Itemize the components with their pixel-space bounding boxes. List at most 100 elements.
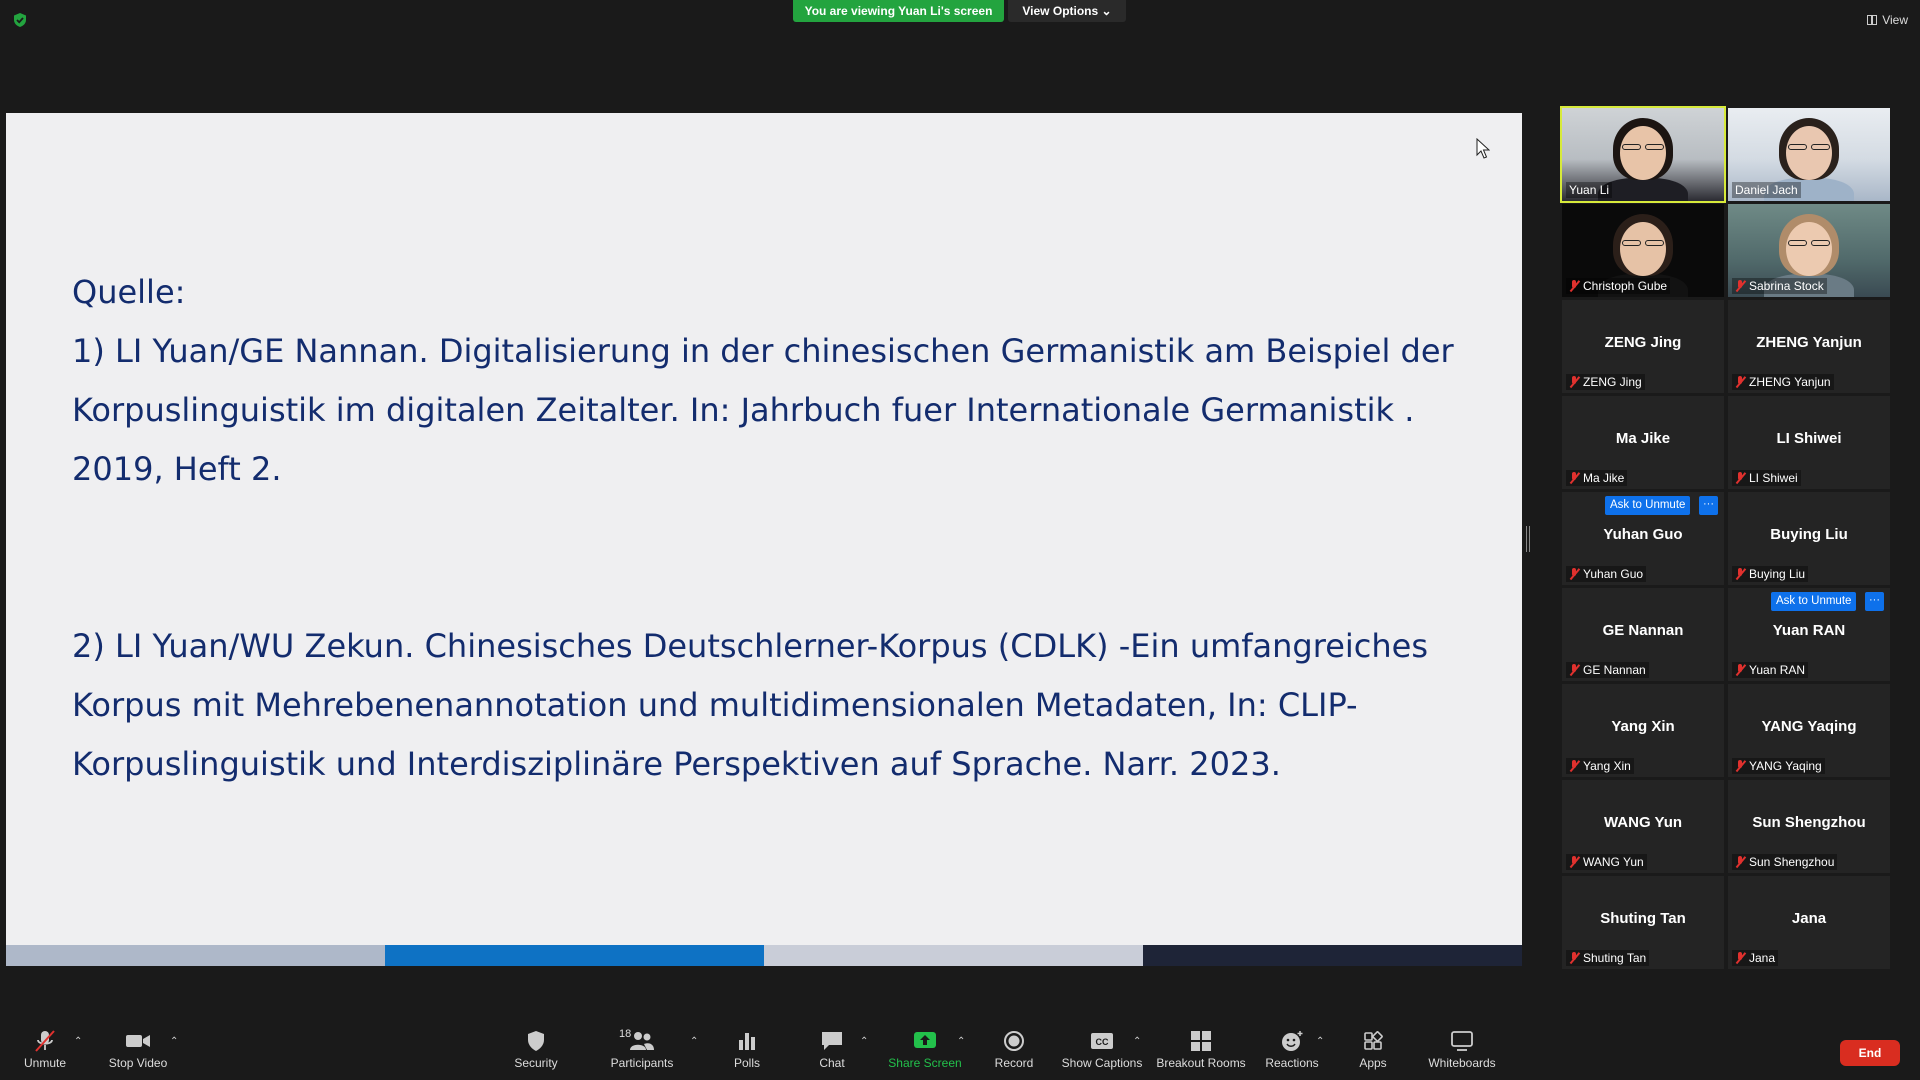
- microphone-muted-icon: [1735, 760, 1745, 772]
- participant-display-name: GE Nannan: [1602, 622, 1684, 639]
- view-button[interactable]: View: [1867, 10, 1908, 30]
- participant-tile[interactable]: Buying Liu Buying Liu: [1728, 492, 1890, 585]
- participant-name-label: GE Nannan: [1566, 662, 1649, 678]
- participant-tile[interactable]: Yang Xin Yang Xin: [1562, 684, 1724, 777]
- participant-name-label: Shuting Tan: [1566, 950, 1650, 966]
- microphone-muted-icon: [1569, 568, 1579, 580]
- participant-display-name: Shuting Tan: [1600, 910, 1686, 927]
- participant-display-name: LI Shiwei: [1776, 430, 1842, 447]
- microphone-muted-icon: [1569, 664, 1579, 676]
- microphone-muted-icon: [1569, 856, 1579, 868]
- chevron-down-icon: ⌄: [1101, 4, 1112, 18]
- participant-display-name: ZHENG Yanjun: [1756, 334, 1862, 351]
- participant-name-label: ZENG Jing: [1566, 374, 1645, 390]
- participant-name: Buying Liu: [1749, 567, 1806, 581]
- stop-video-label: Stop Video: [108, 1056, 168, 1070]
- security-label: Security: [514, 1056, 558, 1070]
- microphone-muted-icon: [1735, 856, 1745, 868]
- participant-tile[interactable]: GE Nannan GE Nannan: [1562, 588, 1724, 681]
- participant-name-label: Yang Xin: [1566, 758, 1634, 774]
- participant-tile[interactable]: Sun Shengzhou Sun Shengzhou: [1728, 780, 1890, 873]
- microphone-muted-icon: [1735, 952, 1745, 964]
- participant-name-label: Buying Liu: [1732, 566, 1809, 582]
- participant-name-label: Jana: [1732, 950, 1779, 966]
- security-button[interactable]: Security: [486, 1030, 586, 1070]
- audio-options-caret-icon[interactable]: ⌃: [74, 1036, 84, 1047]
- participant-name: WANG Yun: [1583, 855, 1644, 869]
- participant-name: Sun Shengzhou: [1749, 855, 1835, 869]
- end-meeting-button[interactable]: End: [1840, 1040, 1900, 1066]
- shared-screen: Quelle: 1) LI Yuan/GE Nannan. Digitalisi…: [6, 113, 1522, 966]
- participant-name: Yuan RAN: [1749, 663, 1806, 677]
- microphone-muted-icon: [1735, 568, 1745, 580]
- participant-tile[interactable]: Sabrina Stock: [1728, 204, 1890, 297]
- participant-tile[interactable]: ZHENG Yanjun ZHENG Yanjun: [1728, 300, 1890, 393]
- participant-name: Jana: [1749, 951, 1776, 965]
- unmute-label: Unmute: [23, 1056, 67, 1070]
- participant-tile[interactable]: YANG Yaqing YANG Yaqing: [1728, 684, 1890, 777]
- ask-to-unmute-button[interactable]: Ask to Unmute: [1771, 592, 1857, 611]
- closed-captions-icon: CC: [1091, 1033, 1113, 1049]
- participant-name: Sabrina Stock: [1749, 279, 1824, 293]
- smiley-icon: [1282, 1031, 1303, 1051]
- participant-tile[interactable]: WANG Yun WANG Yun: [1562, 780, 1724, 873]
- participant-tile[interactable]: Jana Jana: [1728, 876, 1890, 969]
- participant-name-label: Ma Jike: [1566, 470, 1628, 486]
- participant-tile[interactable]: Daniel Jach: [1728, 108, 1890, 201]
- participant-name-label: Yuan RAN: [1732, 662, 1809, 678]
- participant-name-label: ZHENG Yanjun: [1732, 374, 1834, 390]
- participant-tile[interactable]: Yuan RAN Yuan RAN Ask to Unmute ···: [1728, 588, 1890, 681]
- participant-tile[interactable]: LI Shiwei LI Shiwei: [1728, 396, 1890, 489]
- svg-text:CC: CC: [1096, 1037, 1109, 1047]
- record-icon: [1004, 1031, 1024, 1051]
- reactions-label: Reactions: [1265, 1056, 1319, 1070]
- participant-display-name: ZENG Jing: [1604, 334, 1682, 351]
- apps-button[interactable]: Apps: [1323, 1030, 1423, 1070]
- participant-name: Yuan Li: [1569, 183, 1610, 197]
- participant-tile[interactable]: ZENG Jing ZENG Jing: [1562, 300, 1724, 393]
- whiteboards-button[interactable]: Whiteboards: [1412, 1030, 1512, 1070]
- microphone-muted-icon: [1735, 280, 1745, 292]
- record-label: Record: [994, 1056, 1034, 1070]
- microphone-muted-icon: [1735, 472, 1745, 484]
- participant-tile[interactable]: Yuhan Guo Yuhan Guo Ask to Unmute ···: [1562, 492, 1724, 585]
- captions-caret-icon[interactable]: ⌃: [1133, 1036, 1143, 1047]
- footer-bar: [6, 945, 385, 966]
- participants-button[interactable]: 18 Participants: [592, 1028, 692, 1070]
- shield-icon: [528, 1031, 544, 1051]
- shield-icon[interactable]: [12, 12, 28, 28]
- participant-name-label: Sabrina Stock: [1732, 278, 1827, 294]
- breakout-rooms-button[interactable]: Breakout Rooms: [1151, 1030, 1251, 1070]
- view-options-button[interactable]: View Options ⌄: [1008, 0, 1126, 22]
- resize-handle[interactable]: [1526, 526, 1530, 552]
- participant-name: Daniel Jach: [1735, 183, 1798, 197]
- participant-name-label: Christoph Gube: [1566, 278, 1671, 294]
- reference-2: 2) LI Yuan/WU Zekun. Chinesisches Deutsc…: [72, 627, 1428, 783]
- apps-icon: [1364, 1031, 1383, 1050]
- video-options-caret-icon[interactable]: ⌃: [170, 1036, 180, 1047]
- participant-name: GE Nannan: [1583, 663, 1646, 677]
- participant-tile[interactable]: Yuan Li: [1560, 106, 1726, 203]
- participant-display-name: YANG Yaqing: [1761, 718, 1857, 735]
- participant-tile[interactable]: Christoph Gube: [1562, 204, 1724, 297]
- more-options-icon[interactable]: ···: [1699, 496, 1718, 515]
- more-options-icon[interactable]: ···: [1865, 592, 1884, 611]
- participant-name-label: Yuan Li: [1566, 182, 1613, 198]
- participants-count: 18: [619, 1028, 632, 1040]
- participant-tile[interactable]: Shuting Tan Shuting Tan: [1562, 876, 1724, 969]
- footer-bar: [764, 945, 1143, 966]
- whiteboard-icon: [1451, 1031, 1473, 1051]
- participant-display-name: WANG Yun: [1603, 814, 1683, 831]
- chat-caret-icon[interactable]: ⌃: [860, 1036, 870, 1047]
- participant-name-label: Daniel Jach: [1732, 182, 1801, 198]
- meeting-toolbar: Unmute ⌃ Stop Video ⌃ Security 18 Partic…: [0, 1018, 1920, 1080]
- slide-content: Quelle: 1) LI Yuan/GE Nannan. Digitalisi…: [72, 263, 1492, 794]
- ask-to-unmute-button[interactable]: Ask to Unmute: [1605, 496, 1691, 515]
- record-button[interactable]: Record: [964, 1030, 1064, 1070]
- top-bar: You are viewing Yuan Li's screen View Op…: [0, 0, 1920, 40]
- participant-tile[interactable]: Ma Jike Ma Jike: [1562, 396, 1724, 489]
- microphone-muted-icon: [1569, 280, 1579, 292]
- view-label: View: [1882, 13, 1908, 27]
- polls-label: Polls: [733, 1056, 760, 1070]
- participant-display-name: Jana: [1791, 910, 1827, 927]
